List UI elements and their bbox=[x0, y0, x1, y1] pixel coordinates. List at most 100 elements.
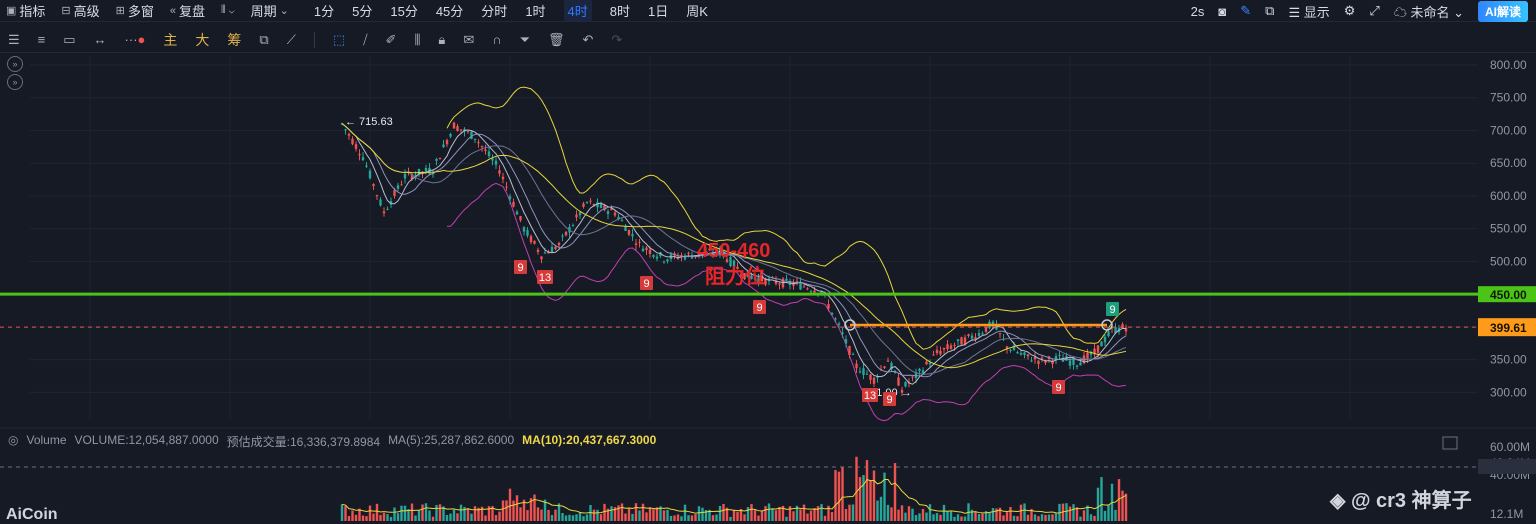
candle-body bbox=[809, 291, 813, 293]
brush-icon[interactable]: ✐ bbox=[386, 32, 397, 48]
measure-icon[interactable]: ↔ bbox=[94, 32, 107, 47]
candle-body bbox=[596, 202, 599, 208]
period-4[interactable]: 分时 bbox=[481, 1, 507, 20]
volume-bar bbox=[855, 456, 858, 521]
layout-dropdown[interactable]: ☁ 未命名 ⌄ bbox=[1394, 2, 1464, 21]
period-7[interactable]: 8时 bbox=[610, 1, 630, 20]
candle-body bbox=[435, 158, 438, 161]
top-toolbar: ▣ 指标 ⊟ 高级 ⊞ 多窗 «复盘 ⫴ ⌄ 周期 ⌄ 1分 5分 15分 45分 分时 1时 4时… bbox=[0, 0, 1536, 22]
volume-bar bbox=[879, 496, 883, 521]
camera-icon[interactable]: ◙ bbox=[1218, 4, 1226, 19]
candle-body bbox=[361, 157, 365, 161]
volume-bar bbox=[890, 507, 893, 521]
volume-bar bbox=[830, 512, 834, 521]
main-tool-2[interactable]: 筹 bbox=[227, 30, 241, 50]
annotation-resistance: 阻力位 bbox=[705, 264, 765, 288]
volume-bar bbox=[949, 511, 953, 521]
bollinger-lower bbox=[446, 182, 1127, 422]
volume-bar bbox=[466, 508, 470, 521]
multi-window-button[interactable]: ⊞ 多窗 bbox=[116, 1, 154, 20]
candle-body bbox=[494, 160, 498, 165]
magnet-icon[interactable]: ∩ bbox=[492, 32, 501, 47]
period-8[interactable]: 1日 bbox=[648, 1, 668, 20]
volume-value: VOLUME:12,054,887.0000 bbox=[74, 433, 219, 447]
settings-icon[interactable]: ⚙ bbox=[1344, 3, 1356, 19]
redo-icon[interactable]: ↷ bbox=[611, 32, 622, 48]
volume-bar bbox=[1124, 493, 1128, 521]
td-marker-label: 13 bbox=[539, 272, 551, 284]
period-dropdown[interactable]: 周期 ⌄ bbox=[251, 1, 289, 20]
volume-bar bbox=[834, 470, 837, 521]
trash-icon[interactable]: 🗑︎ bbox=[548, 32, 565, 48]
volume-bar bbox=[743, 514, 746, 521]
fullscreen-icon[interactable]: ⤢ bbox=[1369, 3, 1379, 19]
candle-body bbox=[1054, 355, 1058, 360]
candle-body bbox=[484, 149, 487, 152]
volume-bar bbox=[459, 504, 463, 521]
period-9[interactable]: 周K bbox=[686, 1, 708, 20]
candle-body bbox=[932, 354, 935, 356]
volume-bar bbox=[841, 467, 844, 521]
more-dots-icon[interactable]: ···● bbox=[125, 32, 146, 47]
volume-bar bbox=[575, 514, 578, 521]
volume-bar bbox=[547, 509, 550, 521]
period-2[interactable]: 15分 bbox=[390, 1, 417, 20]
candle-body bbox=[998, 333, 1002, 335]
candle-body bbox=[1103, 336, 1107, 343]
period-5[interactable]: 1时 bbox=[525, 1, 545, 20]
list-icon[interactable]: ≡ bbox=[38, 32, 46, 47]
candle-body bbox=[652, 254, 655, 258]
volume-bar bbox=[872, 470, 876, 521]
candle-body bbox=[571, 225, 575, 227]
indicator-button[interactable]: ▣ 指标 bbox=[6, 1, 45, 20]
candle-body bbox=[1030, 360, 1033, 362]
td-marker-label: 9 bbox=[1055, 382, 1061, 394]
refresh-rate[interactable]: 2s bbox=[1191, 4, 1205, 19]
candle-body bbox=[935, 349, 939, 354]
candle-body bbox=[375, 195, 379, 197]
candle-body bbox=[1040, 357, 1044, 359]
display-button[interactable]: ☰ 显示 bbox=[1288, 2, 1329, 21]
candle-body bbox=[403, 173, 407, 179]
filter-icon[interactable]: ⏷ bbox=[520, 32, 530, 48]
period-1[interactable]: 5分 bbox=[352, 1, 372, 20]
menu-icon[interactable]: ☰ bbox=[8, 32, 20, 48]
price-tick: 800.00 bbox=[1490, 58, 1527, 72]
undo-icon[interactable]: ↶ bbox=[583, 32, 594, 48]
main-tool-1[interactable]: 大 bbox=[195, 30, 209, 50]
candles-icon[interactable]: ⫼ bbox=[414, 32, 420, 48]
draw-tool-icon[interactable]: ⟋ bbox=[287, 32, 296, 48]
volume-bar bbox=[1040, 514, 1044, 521]
volume-bar bbox=[680, 516, 683, 521]
volume-bar bbox=[1072, 504, 1075, 521]
volume-bar bbox=[1044, 514, 1047, 521]
ruler-icon[interactable]: ⧸ bbox=[363, 32, 367, 48]
candle-body bbox=[505, 186, 508, 188]
rectangle-icon[interactable]: ▭ bbox=[63, 32, 75, 48]
price-chart[interactable]: ← 715.63301.00 →450-460阻力位913 99 913 99 800… bbox=[0, 54, 1536, 521]
period-6[interactable]: 4时 bbox=[563, 0, 592, 21]
candle-body bbox=[589, 200, 592, 202]
eye-icon[interactable]: ◎ bbox=[8, 433, 18, 450]
main-tool-0[interactable]: 主 bbox=[163, 30, 177, 50]
popout-icon[interactable]: ⧉ bbox=[1265, 3, 1274, 19]
candle-body bbox=[904, 381, 907, 387]
select-cursor-icon[interactable]: ⬚ bbox=[333, 32, 345, 48]
period-3[interactable]: 45分 bbox=[436, 1, 463, 20]
high-label: ← 715.63 bbox=[345, 116, 393, 128]
volume-bar bbox=[1114, 509, 1117, 521]
replay-button[interactable]: «复盘 bbox=[170, 1, 205, 20]
volume-bar bbox=[914, 515, 918, 521]
edit-box-icon[interactable]: ⧉ bbox=[259, 32, 268, 48]
pen-icon[interactable]: ✎ bbox=[1240, 3, 1251, 19]
volume-bar bbox=[641, 503, 645, 521]
candle-body bbox=[613, 212, 617, 216]
ai-interpret-button[interactable]: AI解读 bbox=[1477, 0, 1528, 22]
volume-bar bbox=[634, 503, 638, 521]
volume-bar bbox=[1005, 512, 1009, 521]
lock-icon[interactable]: 🔒︎ bbox=[438, 32, 445, 48]
chart-type-button[interactable]: ⫴ ⌄ bbox=[221, 4, 235, 17]
note-icon[interactable]: ✉ bbox=[463, 32, 474, 48]
period-0[interactable]: 1分 bbox=[314, 1, 334, 20]
advanced-button[interactable]: ⊟ 高级 bbox=[61, 1, 99, 20]
